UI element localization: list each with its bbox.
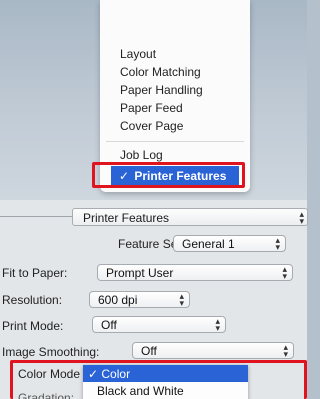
menu-item-cover-page[interactable]: Cover Page <box>120 119 183 133</box>
fit-to-paper-value: Prompt User <box>106 266 174 280</box>
feature-sets-value: General 1 <box>182 237 235 251</box>
menu-separator <box>106 141 244 142</box>
resolution-label: Resolution: <box>2 293 63 307</box>
popup-arrows-icon: ▴ ▾ <box>283 342 288 359</box>
print-mode-value: Off <box>101 318 117 332</box>
popup-arrows-icon: ▴ ▾ <box>282 264 287 281</box>
callout-highlight-menu <box>92 162 245 188</box>
image-smoothing-label: Image Smoothing: <box>2 345 100 359</box>
popup-arrows-icon: ▴ ▾ <box>215 316 220 333</box>
popup-arrows-icon: ▴ ▾ <box>299 209 304 226</box>
panel-selector-label: Printer Features <box>83 211 170 225</box>
resolution-popup[interactable]: 600 dpi ▴ ▾ <box>89 291 190 308</box>
menu-item-paper-handling[interactable]: Paper Handling <box>120 83 203 97</box>
popup-arrows-icon: ▴ ▾ <box>179 291 184 308</box>
image-smoothing-value: Off <box>141 344 157 358</box>
callout-highlight-color-mode <box>10 360 307 399</box>
fit-to-paper-label: Fit to Paper: <box>2 266 68 280</box>
panel-divider-left <box>0 216 72 217</box>
print-mode-popup[interactable]: Off ▴ ▾ <box>92 316 226 333</box>
resolution-value: 600 dpi <box>98 293 138 307</box>
panel-selector-popup[interactable]: Printer Features ▴ ▾ <box>72 208 308 226</box>
popup-arrows-icon: ▴ ▾ <box>275 235 280 252</box>
menu-item-paper-feed[interactable]: Paper Feed <box>120 101 183 115</box>
menu-item-layout[interactable]: Layout <box>120 47 156 61</box>
print-mode-label: Print Mode: <box>2 319 64 333</box>
feature-sets-popup[interactable]: General 1 ▴ ▾ <box>173 235 286 252</box>
menu-item-job-log[interactable]: Job Log <box>120 148 163 162</box>
image-smoothing-popup[interactable]: Off ▴ ▾ <box>132 342 294 359</box>
menu-item-color-matching[interactable]: Color Matching <box>120 65 201 79</box>
fit-to-paper-popup[interactable]: Prompt User ▴ ▾ <box>97 264 293 281</box>
